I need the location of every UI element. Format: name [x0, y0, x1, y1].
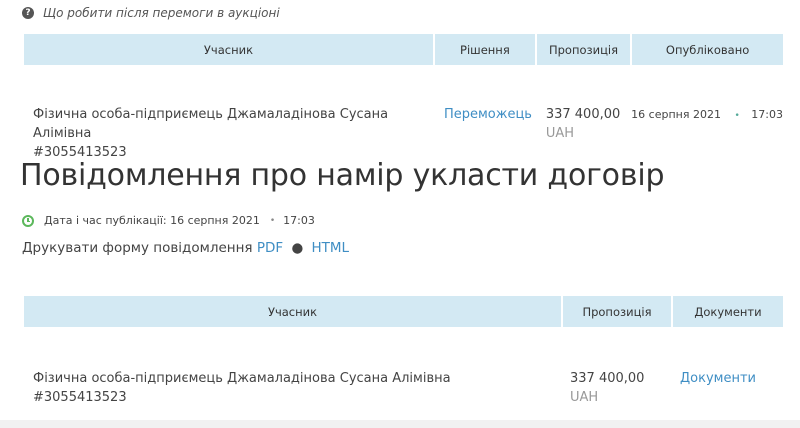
offer-currency: UAH: [570, 390, 599, 405]
publication-date: Дата і час публікації: 16 серпня 2021: [44, 214, 260, 227]
pdf-link[interactable]: PDF: [257, 240, 283, 256]
documents-cell: Документи: [672, 327, 783, 407]
notice-title: Повідомлення про намір укласти договір: [20, 158, 665, 193]
publication-time: 17:03: [283, 214, 315, 227]
question-circle-icon: ?: [22, 7, 34, 19]
header-decision: Рішення: [433, 34, 537, 65]
print-form-line: Друкувати форму повідомлення PDF ● HTML: [22, 240, 349, 256]
footer-strip: [0, 420, 800, 428]
winner-table: Учасник Рішення Пропозиція Опубліковано …: [24, 34, 783, 162]
decision-cell: Переможець: [434, 65, 536, 162]
clock-icon: [22, 214, 34, 227]
dot-separator: •: [269, 215, 276, 226]
header-published: Опубліковано: [631, 34, 783, 65]
table-row: Фізична особа-підприємець Джамаладінова …: [24, 327, 783, 407]
header-documents: Документи: [672, 296, 783, 327]
table-header-row: Учасник Пропозиція Документи: [24, 296, 783, 327]
bullet-separator: ●: [291, 240, 304, 256]
print-label: Друкувати форму повідомлення: [22, 240, 253, 256]
header-offer: Пропозиція: [535, 34, 633, 65]
offer-amount: 337 400,00: [545, 107, 621, 122]
participant-name: Фізична особа-підприємець Джамаладінова …: [33, 107, 389, 141]
table-row: Фізична особа-підприємець Джамаладінова …: [24, 65, 783, 162]
published-cell: 16 серпня 2021 • 17:03: [631, 65, 783, 162]
participant-cell: Фізична особа-підприємець Джамаладінова …: [24, 65, 434, 162]
offer-cell: 337 400,00 UAH: [562, 327, 672, 407]
html-link[interactable]: HTML: [312, 240, 350, 256]
offer-cell: 337 400,00 UAH: [536, 65, 631, 162]
winner-link[interactable]: Переможець: [444, 107, 532, 122]
participant-cell: Фізична особа-підприємець Джамаладінова …: [24, 327, 562, 407]
publication-info: Дата і час публікації: 16 серпня 2021 • …: [22, 214, 315, 227]
dot-separator: •: [734, 111, 740, 121]
notice-table: Учасник Пропозиція Документи Фізична осо…: [24, 296, 783, 407]
header-participant: Учасник: [24, 296, 563, 327]
offer-amount: 337 400,00: [570, 371, 645, 386]
header-participant: Учасник: [24, 34, 435, 65]
table-header-row: Учасник Рішення Пропозиція Опубліковано: [24, 34, 783, 65]
offer-currency: UAH: [545, 126, 575, 141]
published-time: 17:03: [751, 108, 783, 121]
documents-link[interactable]: Документи: [680, 371, 756, 386]
help-text[interactable]: Що робити після перемоги в аукціоні: [43, 6, 280, 20]
header-offer: Пропозиція: [562, 296, 673, 327]
participant-id: #3055413523: [33, 390, 127, 405]
published-date: 16 серпня 2021: [631, 108, 721, 121]
participant-name: Фізична особа-підприємець Джамаладінова …: [33, 371, 451, 386]
help-line[interactable]: ? Що робити після перемоги в аукціоні: [22, 6, 280, 20]
